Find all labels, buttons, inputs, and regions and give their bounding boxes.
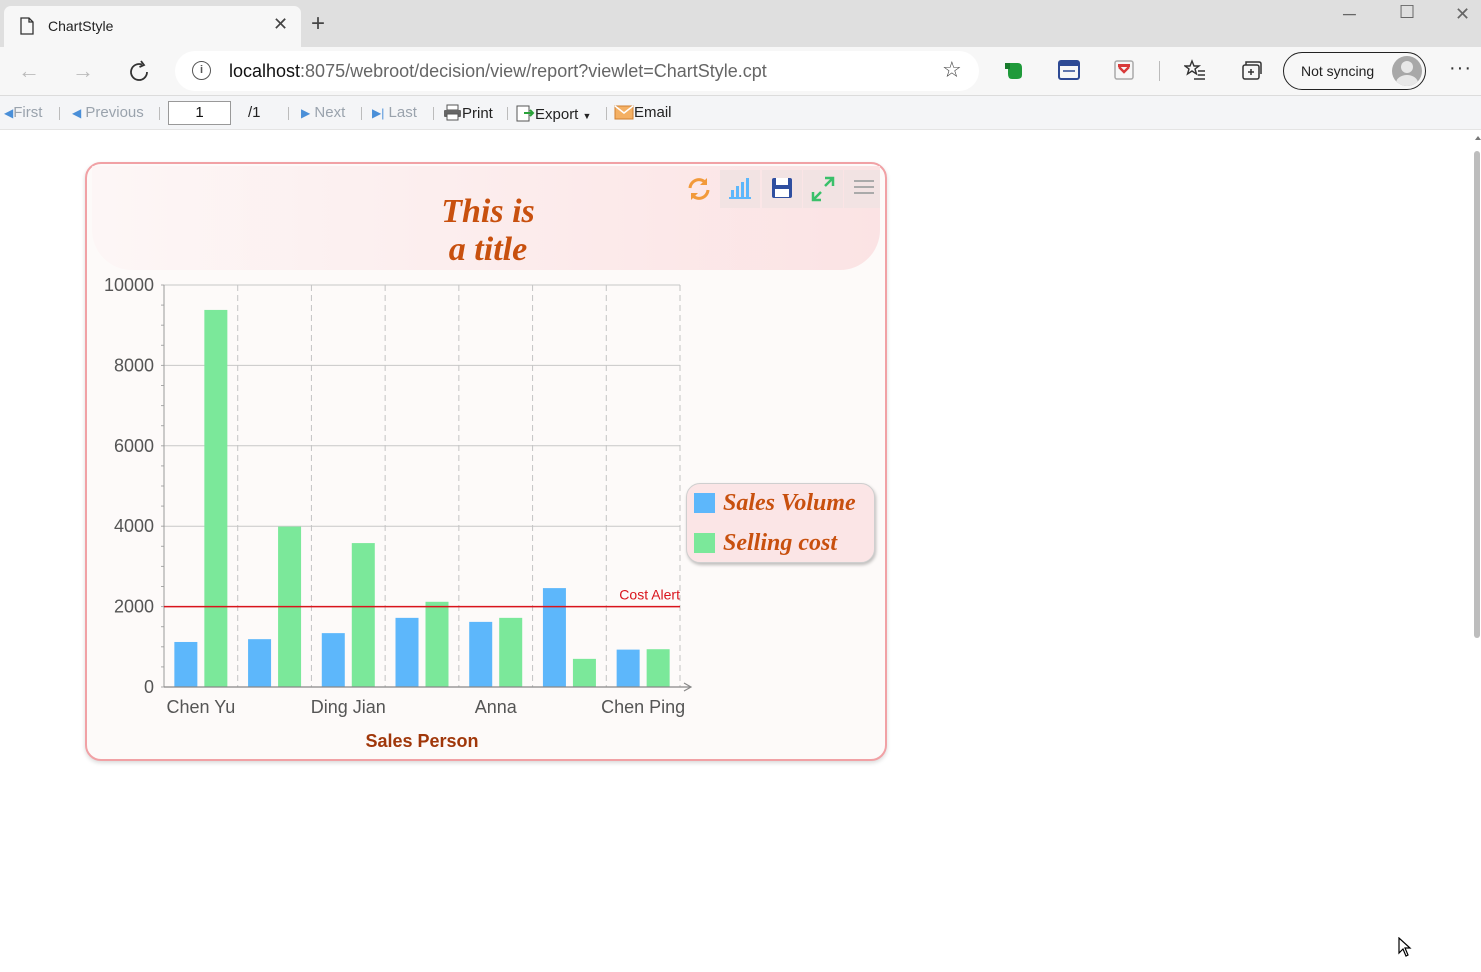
bar-selling-cost (572, 658, 596, 687)
bar-selling-cost (351, 543, 375, 687)
x-axis-title: Sales Person (365, 731, 478, 751)
bar-sales-volume (542, 588, 566, 687)
bar-sales-volume (395, 617, 419, 687)
bar-sales-volume (469, 621, 493, 687)
y-tick-label: 10000 (104, 275, 154, 295)
x-tick-label: Chen Ping (601, 697, 685, 717)
y-tick-label: 6000 (114, 436, 154, 456)
legend-swatch-selling-cost (694, 533, 715, 553)
legend-swatch-sales-volume (694, 493, 715, 513)
legend-label-selling-cost: Selling cost (723, 530, 838, 556)
reference-line-label: Cost Alert (619, 587, 680, 603)
chart-legend: Sales Volume Selling cost (686, 483, 875, 563)
bar-selling-cost (646, 649, 670, 687)
bar-sales-volume (616, 649, 640, 687)
bar-selling-cost (425, 601, 449, 687)
y-tick-label: 4000 (114, 516, 154, 536)
bar-selling-cost (204, 309, 228, 687)
bar-sales-volume (248, 639, 272, 687)
y-tick-label: 2000 (114, 597, 154, 617)
y-tick-label: 8000 (114, 355, 154, 375)
bar-sales-volume (321, 633, 345, 687)
mouse-cursor-icon (1398, 937, 1412, 957)
x-tick-label: Ding Jian (311, 697, 386, 717)
legend-label-sales-volume: Sales Volume (723, 490, 856, 516)
y-tick-label: 0 (144, 677, 154, 697)
x-tick-label: Chen Yu (166, 697, 235, 717)
x-tick-label: Anna (475, 697, 518, 717)
bar-sales-volume (174, 641, 198, 687)
bar-selling-cost (499, 617, 523, 687)
